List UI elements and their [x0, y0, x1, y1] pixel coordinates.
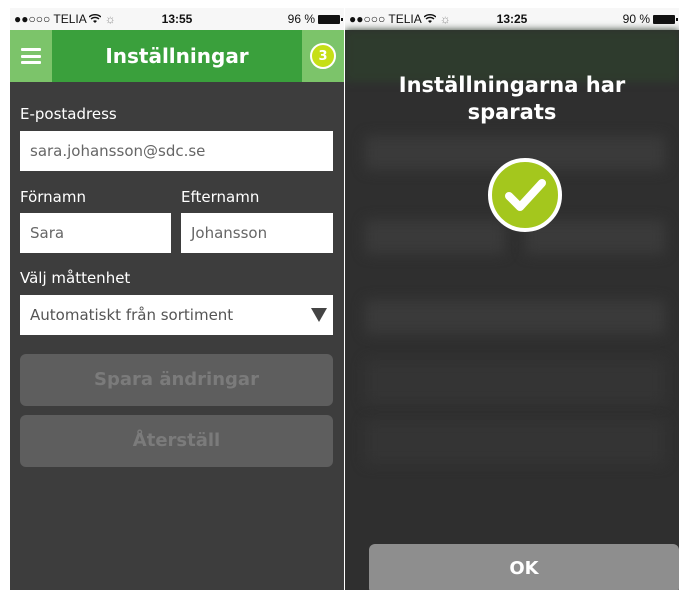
count-badge: 3: [310, 43, 336, 69]
battery-icon: [318, 14, 343, 24]
lastname-label: Efternamn: [181, 188, 260, 206]
hamburger-icon: [21, 48, 41, 64]
reset-button[interactable]: Återställ: [20, 415, 333, 467]
dropdown-arrow-icon: [311, 308, 327, 322]
battery-icon: [653, 14, 678, 24]
save-button[interactable]: Spara ändringar: [20, 354, 333, 406]
firstname-label: Förnamn: [20, 188, 86, 206]
saved-message: Inställningarna har sparats: [398, 73, 626, 124]
email-label: E-postadress: [20, 105, 117, 123]
unit-select[interactable]: Automatiskt från sortiment: [20, 295, 333, 335]
menu-button[interactable]: [10, 30, 52, 82]
saved-confirmation-screen: ●●○○○ TELIA ☼ 13:25 90 % Inställningarna…: [345, 8, 679, 590]
firstname-field[interactable]: Sara: [20, 213, 171, 253]
lastname-field[interactable]: Johansson: [181, 213, 333, 253]
app-header: Inställningar 3: [10, 30, 344, 82]
ok-button[interactable]: OK: [369, 544, 679, 590]
unit-label: Välj måttenhet: [20, 269, 131, 287]
email-field[interactable]: sara.johansson@sdc.se: [20, 131, 333, 171]
status-bar: ●●○○○ TELIA ☼ 13:25 90 %: [345, 8, 679, 30]
unit-select-value: Automatiskt från sortiment: [30, 306, 234, 324]
battery-percent: 96 %: [287, 12, 315, 26]
checkmark-icon: [488, 158, 562, 232]
battery-status: 96 %: [287, 12, 343, 26]
blurred-field: [365, 300, 665, 334]
blurred-field: [365, 220, 505, 254]
battery-status: 90 %: [622, 12, 678, 26]
badge-count: 3: [318, 48, 328, 64]
badge-button[interactable]: 3: [302, 30, 344, 82]
blurred-button: [365, 420, 665, 464]
status-bar: ●●○○○ TELIA ☼ 13:55 96 %: [10, 8, 344, 30]
blurred-button: [365, 360, 665, 404]
page-title: Inställningar: [105, 44, 249, 68]
battery-percent: 90 %: [622, 12, 650, 26]
settings-screen: ●●○○○ TELIA ☼ 13:55 96 % Inställningar 3…: [10, 8, 344, 590]
